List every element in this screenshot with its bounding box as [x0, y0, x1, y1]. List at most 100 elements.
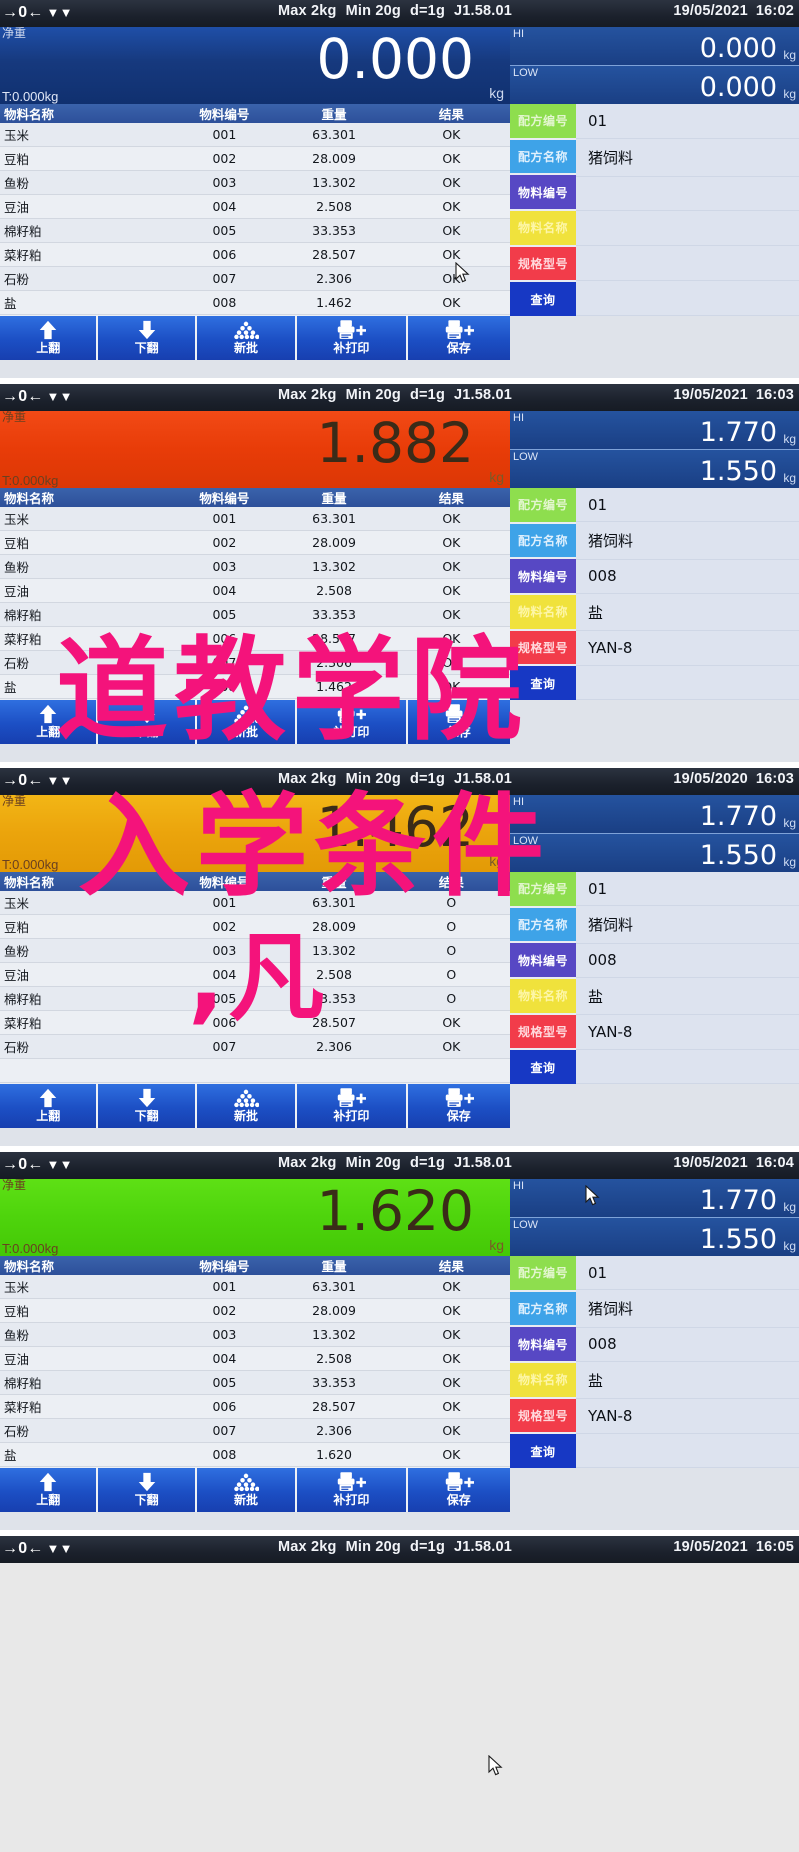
table-row[interactable]: 菜籽粕 006 28.507 OK	[0, 1394, 510, 1419]
recipe-number-button[interactable]: 配方编号	[510, 104, 576, 138]
table-row[interactable]: 棉籽粕 005 33.353 OK	[0, 218, 510, 243]
table-row[interactable]: 玉米 001 63.301 O	[0, 891, 510, 915]
table-row[interactable]: 豆粕 002 28.009 OK	[0, 1298, 510, 1323]
page-down-button[interactable]: 下翻	[98, 700, 197, 744]
low-setpoint[interactable]: LOW 0.000 kg	[510, 66, 799, 104]
save-button[interactable]: 保存	[407, 1084, 510, 1128]
table-row[interactable]: 菜籽粕 006 28.507 OK	[0, 626, 510, 651]
spec-model-button[interactable]: 规格型号	[510, 1398, 576, 1433]
page-up-button[interactable]: 上翻	[0, 700, 99, 744]
table-row[interactable]: 豆油 004 2.508 O	[0, 962, 510, 987]
table-row[interactable]: 棉籽粕 005 33.353 O	[0, 986, 510, 1011]
hi-setpoint[interactable]: HI 1.770 kg	[510, 411, 799, 450]
table-row[interactable]: 豆粕 002 28.009 O	[0, 914, 510, 939]
page-down-button[interactable]: 下翻	[98, 316, 197, 360]
material-name-button[interactable]: 物料名称	[510, 211, 576, 245]
new-batch-button[interactable]: 新批	[196, 316, 298, 360]
table-row[interactable]: 鱼粉 003 13.302 OK	[0, 554, 510, 579]
material-number-button[interactable]: 物料编号	[510, 559, 576, 594]
hi-setpoint[interactable]: HI 0.000 kg	[510, 27, 799, 66]
cell-material-number	[173, 1058, 276, 1083]
reprint-button[interactable]: 补打印	[297, 316, 408, 360]
spec-model-button[interactable]: 规格型号	[510, 246, 576, 281]
table-row[interactable]: 石粉 007 2.306 OK	[0, 1034, 510, 1059]
low-setpoint[interactable]: LOW 1.550 kg	[510, 450, 799, 488]
page-up-button[interactable]: 上翻	[0, 1468, 99, 1512]
table-row[interactable]: 盐 008 1.620 OK	[0, 1442, 510, 1467]
table-row[interactable]: 菜籽粕 006 28.507 OK	[0, 242, 510, 267]
page-down-label: 下翻	[134, 341, 159, 355]
side-value-column: 01 猪饲料	[576, 104, 799, 316]
cell-weight: 33.353	[275, 1370, 393, 1395]
query-button[interactable]: 查询	[510, 282, 576, 317]
material-name-button[interactable]: 物料名称	[510, 595, 576, 629]
save-button[interactable]: 保存	[407, 1468, 510, 1512]
table-row[interactable]: 鱼粉 003 13.302 OK	[0, 170, 510, 195]
table-row[interactable]: 棉籽粕 005 33.353 OK	[0, 1370, 510, 1395]
side-value-recipe-number: 01	[576, 488, 799, 523]
recipe-name-button[interactable]: 配方名称	[510, 523, 576, 558]
material-number-button[interactable]: 物料编号	[510, 175, 576, 210]
scale-screen-5: →0← ▼▼ Max 2kg Min 20g d=1g J1.58.01 19/05/202…	[0, 1536, 799, 1563]
cell-weight: 1.620	[275, 1442, 393, 1467]
cell-result: O	[392, 914, 510, 939]
hi-setpoint[interactable]: HI 1.770 kg	[510, 795, 799, 834]
save-button[interactable]: 保存	[407, 316, 510, 360]
net-weight-label: 净重	[2, 27, 27, 40]
table-row[interactable]: 石粉 007 2.306 OK	[0, 650, 510, 675]
recipe-name-button[interactable]: 配方名称	[510, 1291, 576, 1326]
table-row[interactable]: 玉米 001 63.301 OK	[0, 1275, 510, 1299]
table-row[interactable]: 豆粕 002 28.009 OK	[0, 530, 510, 555]
recipe-number-button[interactable]: 配方编号	[510, 1256, 576, 1290]
cell-weight: 33.353	[275, 218, 393, 243]
new-batch-button[interactable]: 新批	[196, 1084, 298, 1128]
reprint-button[interactable]: 补打印	[297, 700, 408, 744]
page-up-button[interactable]: 上翻	[0, 1084, 99, 1128]
material-name-button[interactable]: 物料名称	[510, 979, 576, 1013]
table-row[interactable]: 石粉 007 2.306 OK	[0, 266, 510, 291]
save-button[interactable]: 保存	[407, 700, 510, 744]
reprint-button[interactable]: 补打印	[297, 1468, 408, 1512]
spec-model-button[interactable]: 规格型号	[510, 630, 576, 665]
status-bar: →0← ▼▼ Max 2kg Min 20g d=1g J1.58.01 19/05/202…	[0, 384, 799, 411]
recipe-name-button[interactable]: 配方名称	[510, 139, 576, 174]
low-setpoint[interactable]: LOW 1.550 kg	[510, 1218, 799, 1256]
material-number-button[interactable]: 物料编号	[510, 943, 576, 978]
page-down-button[interactable]: 下翻	[98, 1084, 197, 1128]
table-row[interactable]: 鱼粉 003 13.302 O	[0, 938, 510, 963]
cell-material-number: 007	[173, 650, 276, 675]
table-row[interactable]: 豆油 004 2.508 OK	[0, 1346, 510, 1371]
query-button[interactable]: 查询	[510, 666, 576, 701]
recipe-number-button[interactable]: 配方编号	[510, 872, 576, 906]
table-row[interactable]: 鱼粉 003 13.302 OK	[0, 1322, 510, 1347]
query-button[interactable]: 查询	[510, 1434, 576, 1469]
material-name-button[interactable]: 物料名称	[510, 1363, 576, 1397]
material-number-button[interactable]: 物料编号	[510, 1327, 576, 1362]
new-batch-button[interactable]: 新批	[196, 1468, 298, 1512]
table-row[interactable]	[0, 1058, 510, 1083]
recipe-number-button[interactable]: 配方编号	[510, 488, 576, 522]
table-row[interactable]: 豆油 004 2.508 OK	[0, 578, 510, 603]
page-up-button[interactable]: 上翻	[0, 316, 99, 360]
table-row[interactable]: 豆油 004 2.508 OK	[0, 194, 510, 219]
weight-display-area: 净重 0.000 kg T:0.000kg HI 0.000 kg LOW 0.000 kg	[0, 27, 799, 104]
firmware-version: J1.58.01	[454, 3, 513, 19]
table-row[interactable]: 盐 008 1.462 OK	[0, 674, 510, 699]
page-down-button[interactable]: 下翻	[98, 1468, 197, 1512]
new-batch-button[interactable]: 新批	[196, 700, 298, 744]
recipe-name-button[interactable]: 配方名称	[510, 907, 576, 942]
table-row[interactable]: 棉籽粕 005 33.353 OK	[0, 602, 510, 627]
table-row[interactable]: 石粉 007 2.306 OK	[0, 1418, 510, 1443]
low-setpoint[interactable]: LOW 1.550 kg	[510, 834, 799, 872]
side-value-column: 01 猪饲料 008 盐 YAN-8	[576, 872, 799, 1084]
hi-setpoint[interactable]: HI 1.770 kg	[510, 1179, 799, 1218]
table-row[interactable]: 玉米 001 63.301 OK	[0, 507, 510, 531]
table-row[interactable]: 豆粕 002 28.009 OK	[0, 146, 510, 171]
table-row[interactable]: 盐 008 1.462 OK	[0, 290, 510, 315]
datetime: 19/05/2021 16:03	[665, 387, 794, 403]
query-button[interactable]: 查询	[510, 1050, 576, 1085]
reprint-button[interactable]: 补打印	[297, 1084, 408, 1128]
table-row[interactable]: 玉米 001 63.301 OK	[0, 123, 510, 147]
spec-model-button[interactable]: 规格型号	[510, 1014, 576, 1049]
table-row[interactable]: 菜籽粕 006 28.507 OK	[0, 1010, 510, 1035]
